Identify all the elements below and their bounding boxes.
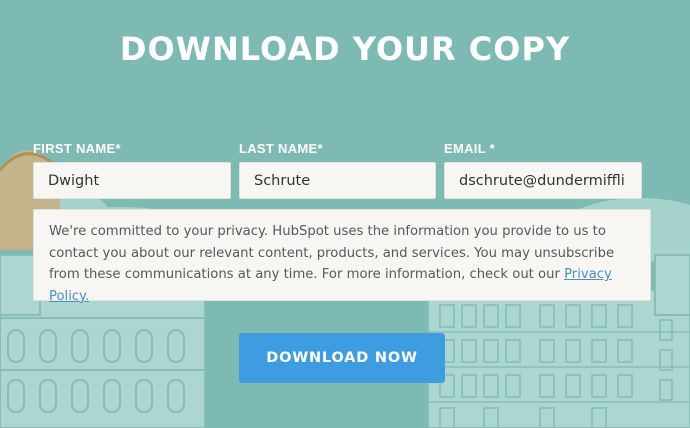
last-name-label: LAST NAME* [239, 141, 323, 156]
email-field[interactable] [444, 162, 642, 199]
privacy-text: We're committed to your privacy. HubSpot… [49, 224, 615, 283]
page-title: DOWNLOAD YOUR COPY [119, 30, 571, 68]
email-label: EMAIL * [444, 141, 495, 156]
first-name-label: FIRST NAME* [33, 141, 121, 156]
last-name-field[interactable] [239, 162, 436, 199]
download-now-button[interactable]: DOWNLOAD NOW [239, 333, 445, 383]
privacy-notice: We're committed to your privacy. HubSpot… [33, 209, 651, 304]
first-name-field[interactable] [33, 162, 231, 199]
